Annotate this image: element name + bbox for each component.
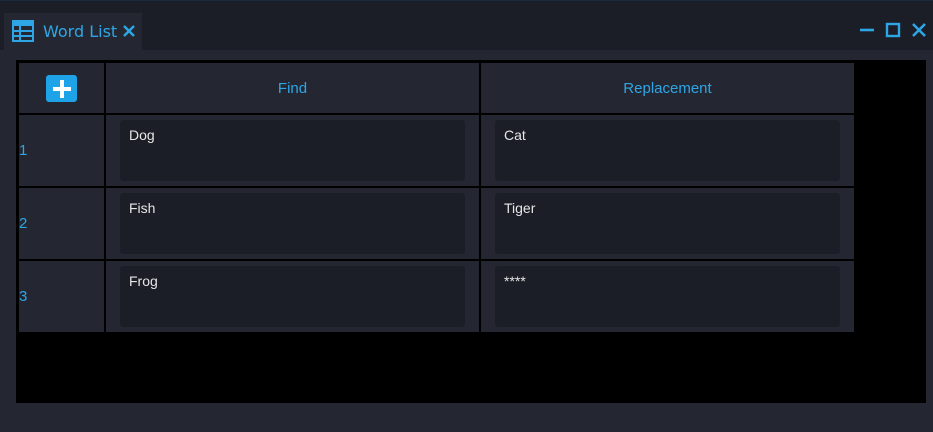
tab-title: Word List	[43, 22, 118, 41]
maximize-icon[interactable]	[884, 21, 902, 39]
title-bar: Word List	[0, 1, 933, 51]
plus-icon[interactable]	[46, 74, 77, 102]
table-icon	[12, 20, 34, 42]
table-row: 1 Dog Cat	[17, 113, 856, 188]
row-number: 2	[17, 186, 106, 261]
find-cell: Fish	[104, 186, 481, 261]
find-input[interactable]: Fish	[120, 193, 465, 254]
row-number: 1	[17, 113, 106, 188]
tab-word-list[interactable]: Word List	[4, 13, 142, 51]
table-area: Find Replacement 1 Dog Cat 2 Fish Tiger	[16, 60, 926, 403]
find-cell: Dog	[104, 113, 481, 188]
table-row: 3 Frog ****	[17, 259, 856, 334]
find-cell: Frog	[104, 259, 481, 334]
replacement-input[interactable]: Tiger	[495, 193, 840, 254]
column-header-replacement[interactable]: Replacement	[479, 61, 856, 115]
column-header-find[interactable]: Find	[104, 61, 481, 115]
close-window-icon[interactable]	[910, 21, 928, 39]
add-row-cell	[17, 61, 106, 115]
find-input[interactable]: Dog	[120, 120, 465, 181]
row-number: 3	[17, 259, 106, 334]
replacement-cell: ****	[479, 259, 856, 334]
replacement-cell: Cat	[479, 113, 856, 188]
header-row: Find Replacement	[17, 61, 856, 115]
minimize-icon[interactable]	[858, 21, 876, 39]
word-list-window: Word List Find Replacement 1 Dog Cat 2 F…	[0, 0, 933, 432]
table-row: 2 Fish Tiger	[17, 186, 856, 261]
close-icon[interactable]	[121, 23, 137, 39]
replacement-input[interactable]: ****	[495, 266, 840, 327]
word-table: Find Replacement 1 Dog Cat 2 Fish Tiger	[17, 61, 856, 334]
find-input[interactable]: Frog	[120, 266, 465, 327]
replacement-cell: Tiger	[479, 186, 856, 261]
replacement-input[interactable]: Cat	[495, 120, 840, 181]
